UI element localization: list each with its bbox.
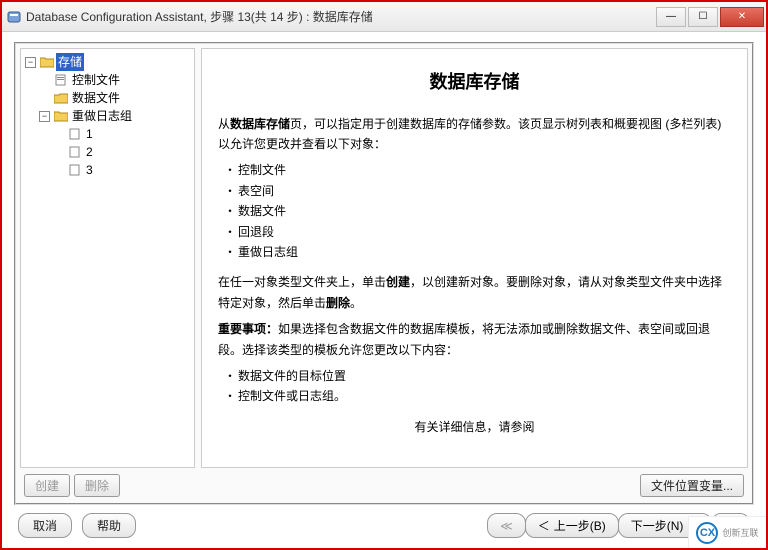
template-list: 数据文件的目标位置 控制文件或日志组。 xyxy=(218,366,731,407)
tree-node-redo-1[interactable]: 1 xyxy=(53,125,192,143)
list-item: 表空间 xyxy=(240,181,731,201)
help-button[interactable]: 帮助 xyxy=(82,513,136,538)
file-icon xyxy=(68,164,82,176)
chevron-left-icon: ＜ xyxy=(538,517,550,534)
app-icon xyxy=(6,9,22,25)
content-pane: 数据库存储 从数据库存储页，可以指定用于创建数据库的存储参数。该页显示树列表和概… xyxy=(201,48,748,468)
close-button[interactable]: ✕ xyxy=(720,7,764,27)
file-icon xyxy=(68,128,82,140)
collapse-icon[interactable]: − xyxy=(25,57,36,68)
tree-node-redo-log-groups[interactable]: − 重做日志组 xyxy=(39,107,192,125)
folder-open-icon xyxy=(40,56,54,68)
tree-node-storage[interactable]: − 存储 xyxy=(25,53,192,71)
tree-node-redo-3[interactable]: 3 xyxy=(53,161,192,179)
window-title: Database Configuration Assistant, 步骤 13(… xyxy=(26,8,656,25)
create-button[interactable]: 创建 xyxy=(24,474,70,497)
object-list: 控制文件 表空间 数据文件 回退段 重做日志组 xyxy=(218,160,731,262)
tree-label: 控制文件 xyxy=(70,71,122,89)
page-heading: 数据库存储 xyxy=(218,67,731,98)
tree-label-storage: 存储 xyxy=(56,53,84,71)
folder-icon xyxy=(54,92,68,104)
maximize-button[interactable]: ☐ xyxy=(688,7,718,27)
maximize-icon: ☐ xyxy=(699,11,708,22)
list-item: 控制文件 xyxy=(240,160,731,180)
tree-label: 重做日志组 xyxy=(70,107,134,125)
file-icon xyxy=(68,146,82,158)
back-button[interactable]: ＜上一步(B) xyxy=(525,513,619,538)
intro-paragraph: 从数据库存储页，可以指定用于创建数据库的存储参数。该页显示树列表和概要视图 (多… xyxy=(218,114,731,155)
storage-tree[interactable]: − 存储 控制文件 xyxy=(20,48,195,468)
see-also: 有关详细信息，请参阅 xyxy=(218,417,731,437)
file-location-variables-button[interactable]: 文件位置变量... xyxy=(640,474,744,497)
watermark-text: 创新互联 xyxy=(722,526,758,539)
minimize-button[interactable]: — xyxy=(656,7,686,27)
close-icon: ✕ xyxy=(738,11,746,22)
minimize-icon: — xyxy=(666,11,676,22)
list-item: 数据文件的目标位置 xyxy=(240,366,731,386)
create-delete-paragraph: 在任一对象类型文件夹上，单击创建，以创建新对象。要删除对象，请从对象类型文件夹中… xyxy=(218,272,731,313)
back-start-button[interactable]: ≪ xyxy=(487,513,526,538)
collapse-icon[interactable]: − xyxy=(39,111,50,122)
title-bar: Database Configuration Assistant, 步骤 13(… xyxy=(2,2,766,32)
tree-label: 2 xyxy=(84,143,95,161)
tree-label: 1 xyxy=(84,125,95,143)
list-item: 回退段 xyxy=(240,222,731,242)
cancel-button[interactable]: 取消 xyxy=(18,513,72,538)
watermark-logo: CX xyxy=(696,522,718,544)
watermark: CX 创新互联 xyxy=(688,516,766,548)
tree-node-control-files[interactable]: 控制文件 xyxy=(39,71,192,89)
important-paragraph: 重要事项：如果选择包含数据文件的数据库模板，将无法添加或删除数据文件、表空间或回… xyxy=(218,319,731,360)
tree-label: 3 xyxy=(84,161,95,179)
double-chevron-left-icon: ≪ xyxy=(500,519,513,533)
delete-button[interactable]: 删除 xyxy=(74,474,120,497)
list-item: 数据文件 xyxy=(240,201,731,221)
folder-open-icon xyxy=(54,110,68,122)
tree-node-data-files[interactable]: 数据文件 xyxy=(39,89,192,107)
tree-node-redo-2[interactable]: 2 xyxy=(53,143,192,161)
tree-label: 数据文件 xyxy=(70,89,122,107)
file-icon xyxy=(54,74,68,86)
list-item: 重做日志组 xyxy=(240,242,731,262)
list-item: 控制文件或日志组。 xyxy=(240,386,731,406)
